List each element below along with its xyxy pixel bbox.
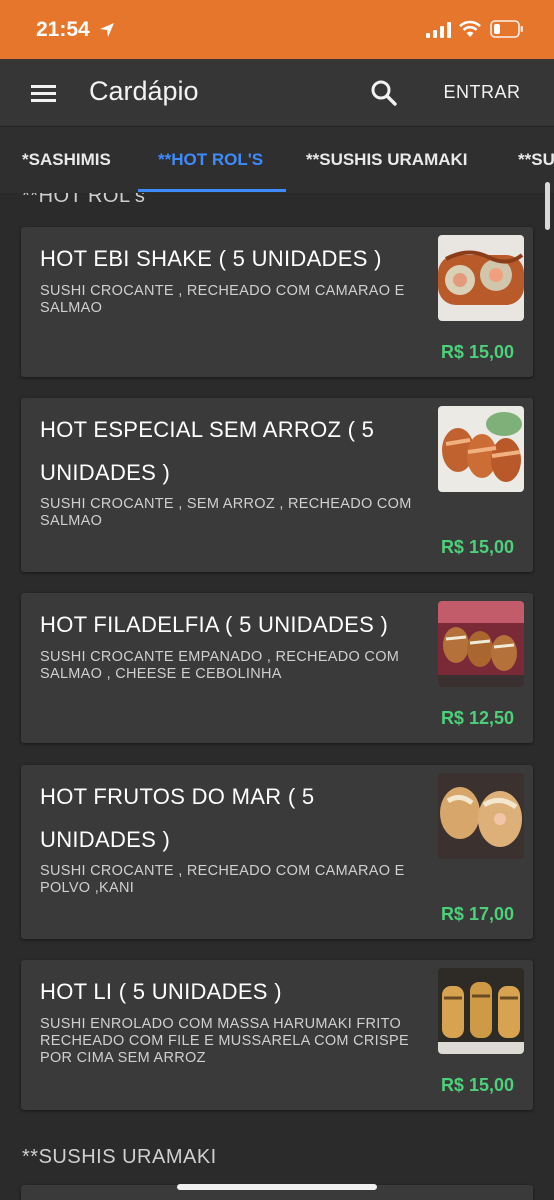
scrollbar[interactable]: [545, 182, 550, 230]
item-name: HOT EBI SHAKE ( 5 UNIDADES ): [40, 246, 382, 271]
item-photo: [438, 601, 524, 687]
item-price: R$ 17,00: [440, 904, 514, 924]
status-time: 21:54: [36, 18, 90, 41]
item-name: HOT FRUTOS DO MAR ( 5 UNIDADES ): [40, 784, 315, 852]
active-tab-indicator: [138, 189, 286, 192]
item-description: SUSHI CROCANTE , SEM ARROZ , RECHEADO CO…: [40, 496, 412, 529]
hamburger-menu-icon[interactable]: [30, 81, 58, 105]
wifi-icon: [459, 20, 481, 37]
item-description: SUSHI CROCANTE EMPANADO , RECHEADO COM S…: [40, 649, 400, 682]
login-button[interactable]: ENTRAR: [440, 77, 524, 107]
menu-list[interactable]: **HOT ROL's HOT EBI SHAKE ( 5 UNIDADES )…: [0, 193, 554, 1200]
section-title-hot-rols: **HOT ROL's: [22, 193, 146, 207]
status-bar: 21:54: [0, 0, 554, 59]
menu-item-card[interactable]: HOT ESPECIAL SEM ARROZ ( 5 UNIDADES ) SU…: [21, 398, 533, 572]
item-photo: [438, 968, 524, 1054]
item-photo: [438, 235, 524, 321]
app-bar: Cardápio ENTRAR: [0, 59, 554, 126]
item-photo: [438, 406, 524, 492]
item-name: HOT FILADELFIA ( 5 UNIDADES ): [40, 612, 389, 637]
battery-icon: [490, 20, 523, 38]
item-description: SUSHI CROCANTE , RECHEADO COM CAMARAO E …: [40, 283, 405, 316]
menu-item-card[interactable]: HOT FILADELFIA ( 5 UNIDADES ) SUSHI CROC…: [21, 593, 533, 743]
location-arrow-icon: [100, 23, 114, 37]
menu-item-card[interactable]: HOT LI ( 5 UNIDADES ) SUSHI ENROLADO COM…: [21, 960, 533, 1110]
item-photo: [438, 773, 524, 859]
tab-hot-rols[interactable]: **HOT ROL'S: [158, 150, 263, 170]
item-price: R$ 15,00: [440, 537, 514, 557]
cellular-signal-icon: [426, 22, 451, 38]
section-title-sushis-uramaki: **SUSHIS URAMAKI: [22, 1146, 217, 1168]
tab-sushis-uramaki[interactable]: **SUSHIS URAMAKI: [306, 150, 468, 170]
page-title: Cardápio: [89, 76, 199, 106]
item-description: SUSHI ENROLADO COM MASSA HARUMAKI FRITO …: [40, 1016, 409, 1066]
item-price: R$ 12,50: [440, 708, 514, 728]
menu-item-card[interactable]: HOT FRUTOS DO MAR ( 5 UNIDADES ) SUSHI C…: [21, 765, 533, 939]
item-description: SUSHI CROCANTE , RECHEADO COM CAMARAO E …: [40, 863, 405, 896]
home-indicator[interactable]: [177, 1184, 377, 1190]
item-price: R$ 15,00: [440, 1075, 514, 1095]
category-tabs: *SASHIMIS **HOT ROL'S **SUSHIS URAMAKI *…: [0, 126, 554, 193]
item-name: HOT ESPECIAL SEM ARROZ ( 5 UNIDADES ): [40, 417, 375, 485]
item-price: R$ 15,00: [440, 342, 514, 362]
tab-sashimis[interactable]: *SASHIMIS: [22, 150, 111, 170]
search-icon[interactable]: [370, 79, 398, 107]
item-name: HOT LI ( 5 UNIDADES ): [40, 979, 282, 1004]
tab-next-category[interactable]: **SU: [518, 150, 554, 170]
menu-item-card[interactable]: HOT EBI SHAKE ( 5 UNIDADES ) SUSHI CROCA…: [21, 227, 533, 377]
